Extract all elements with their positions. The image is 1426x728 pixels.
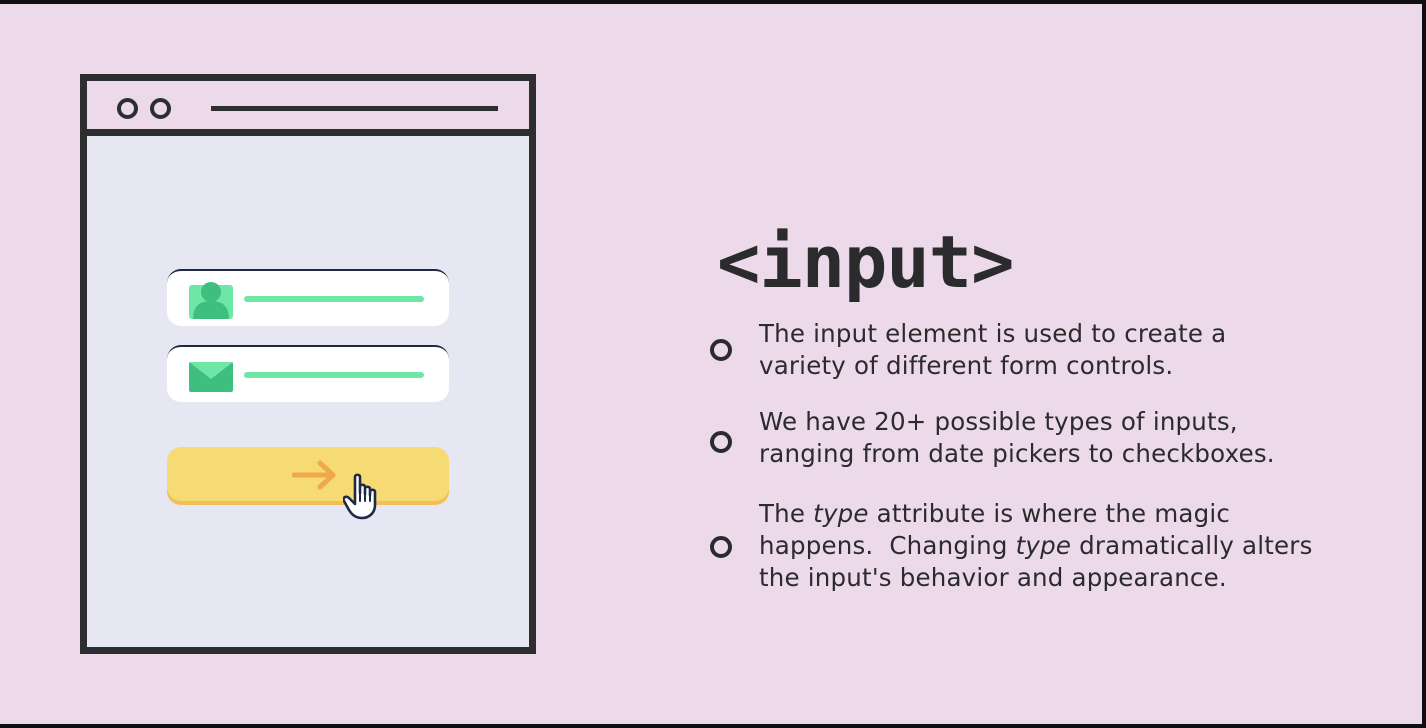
bullet-3-text: The xyxy=(759,499,814,528)
bullet-circle-icon xyxy=(710,431,732,453)
type-keyword: type xyxy=(813,499,869,528)
bullet-text-3: The type attribute is where the magic ha… xyxy=(759,498,1313,594)
input-text-line xyxy=(244,296,424,302)
bullet-3-text: dramatically alters xyxy=(1071,531,1313,560)
name-input-illustration xyxy=(167,269,449,326)
arrow-right-icon xyxy=(292,460,336,490)
slide-title: <input> xyxy=(717,220,1014,304)
bullet-circle-icon xyxy=(710,339,732,361)
slide: <input> The input element is used to cre… xyxy=(0,4,1422,724)
user-icon xyxy=(189,282,233,319)
input-text-line xyxy=(244,372,424,378)
bullet-circle-icon xyxy=(710,536,732,558)
envelope-icon xyxy=(189,362,233,392)
bullet-3-text: happens. Changing xyxy=(759,531,1016,560)
bullet-3-text: the input's behavior and appearance. xyxy=(759,563,1227,592)
window-dot-icon xyxy=(150,98,171,119)
browser-window-illustration xyxy=(80,74,536,654)
window-dot-icon xyxy=(117,98,138,119)
address-bar-line xyxy=(211,106,498,111)
pointer-hand-icon xyxy=(343,473,377,520)
browser-title-bar xyxy=(87,81,529,136)
bullet-text-2: We have 20+ possible types of inputs, ra… xyxy=(759,406,1275,470)
bullet-2-line-2: ranging from date pickers to checkboxes. xyxy=(759,439,1275,468)
submit-button-illustration xyxy=(167,447,449,520)
bullet-1-line-1: The input element is used to create a xyxy=(759,319,1227,348)
bullet-2-line-1: We have 20+ possible types of inputs, xyxy=(759,407,1238,436)
bullet-3-text: attribute is where the magic xyxy=(868,499,1231,528)
bullet-1-line-2: variety of different form controls. xyxy=(759,351,1174,380)
type-keyword: type xyxy=(1015,531,1072,560)
bullet-text-1: The input element is used to create a va… xyxy=(759,318,1226,382)
email-input-illustration xyxy=(167,345,449,402)
